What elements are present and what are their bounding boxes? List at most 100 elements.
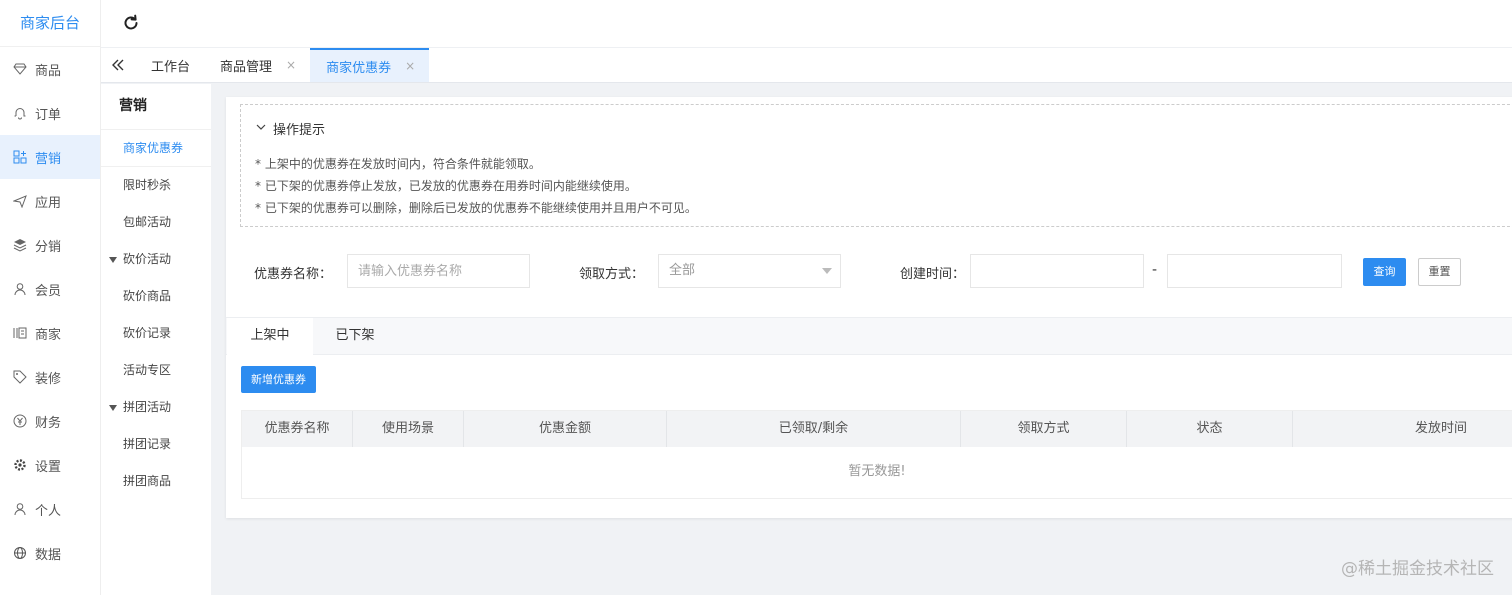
globe-icon (13, 546, 27, 560)
sub-menu-item[interactable]: 限时秒杀 (101, 167, 211, 204)
nav-item[interactable]: 营销 (0, 135, 100, 179)
tab-off-shelf[interactable]: 已下架 (313, 318, 397, 356)
nav-item-label: 商品 (35, 63, 62, 79)
column-header[interactable]: 领取方式 (961, 411, 1127, 447)
coupon-table: 优惠券名称 使用场景 优惠金额 已领取/剩余 领取方式 状态 发放时间 暂无数据… (241, 410, 1512, 499)
nav-item[interactable]: 数据 (0, 531, 100, 575)
nav-item[interactable]: 装修 (0, 355, 100, 399)
operation-tips: 操作提示 * 上架中的优惠券在发放时间内，符合条件就能领取。 * 已下架的优惠券… (240, 104, 1512, 227)
gear-icon (13, 458, 27, 472)
tips-title: 操作提示 (273, 123, 326, 138)
sub-menu-item[interactable]: 包邮活动 (101, 204, 211, 241)
send-icon (13, 194, 27, 208)
close-icon[interactable]: × (286, 58, 296, 72)
primary-sidebar: 商家后台 商品订单营销应用分销会员商家装修财务设置个人 数据 (0, 0, 101, 595)
page-tabs-bar: 工作台 商品管理 × 商家优惠券 × (101, 47, 1512, 83)
chevron-down-icon (255, 121, 267, 137)
tip-line-2: * 已下架的优惠券停止发放，已发放的优惠券在用券时间内能继续使用。 (255, 179, 637, 193)
sub-menu-item[interactable]: 商家优惠券 (101, 130, 211, 167)
nav-item-label: 应用 (35, 195, 62, 211)
nav-item-label: 财务 (35, 415, 62, 431)
page-tab-label: 商品管理 (220, 59, 273, 75)
user-icon (13, 282, 27, 296)
caret-down-icon (822, 268, 832, 274)
sub-menu-group[interactable]: 拼团活动 (101, 389, 211, 426)
sub-menu-item[interactable]: 砍价商品 (101, 278, 211, 315)
nav-item-label: 装修 (35, 371, 62, 387)
main-panel: 操作提示 * 上架中的优惠券在发放时间内，符合条件就能领取。 * 已下架的优惠券… (226, 97, 1512, 518)
nav-item[interactable]: 设置 (0, 443, 100, 487)
reset-button[interactable]: 重置 (1418, 258, 1461, 286)
tag-icon (13, 370, 27, 384)
collapse-icon[interactable] (101, 48, 135, 82)
sub-menu-item[interactable]: 活动专区 (101, 352, 211, 389)
nav-item-label: 营销 (35, 151, 62, 167)
diamond-icon (13, 62, 27, 76)
nav-list: 商品订单营销应用分销会员商家装修财务设置个人 数据 (0, 47, 100, 575)
nav-item[interactable]: 财务 (0, 399, 100, 443)
sub-menu-label: 限时秒杀 (123, 178, 172, 192)
date-range-separator: - (1152, 262, 1158, 278)
column-header[interactable]: 已领取/剩余 (667, 411, 961, 447)
nav-item-label: 商家 (35, 327, 62, 343)
page-tab[interactable]: 商品管理 × (204, 48, 310, 82)
search-button[interactable]: 查询 (1363, 258, 1406, 286)
nav-item[interactable]: 会员 (0, 267, 100, 311)
nav-item[interactable]: 订单 (0, 91, 100, 135)
tab-on-shelf[interactable]: 上架中 (227, 318, 313, 356)
sub-menu-label: 活动专区 (123, 363, 172, 377)
nav-item-label: 订单 (35, 107, 62, 123)
sub-menu-label: 砍价记录 (123, 326, 172, 340)
page-tab[interactable]: 商家优惠券 × (310, 48, 430, 82)
sub-menu-title: 营销 (101, 84, 211, 130)
coupon-name-input[interactable] (347, 254, 530, 288)
grid-icon (13, 150, 27, 164)
column-header[interactable]: 状态 (1127, 411, 1293, 447)
column-header[interactable]: 优惠金额 (464, 411, 667, 447)
tab-list: 工作台 商品管理 × 商家优惠券 × (135, 48, 430, 82)
close-icon[interactable]: × (405, 59, 415, 73)
person-icon (13, 502, 27, 516)
status-tabs: 上架中 已下架 (226, 317, 1512, 356)
sub-menu-group[interactable]: 砍价活动 (101, 241, 211, 278)
sub-menu-label: 拼团活动 (123, 400, 172, 414)
column-header[interactable]: 使用场景 (353, 411, 464, 447)
watermark: @稀土掘金技术社区 (1341, 559, 1494, 579)
refresh-icon[interactable] (121, 13, 141, 33)
table-header: 优惠券名称 使用场景 优惠金额 已领取/剩余 领取方式 状态 发放时间 (242, 411, 1512, 447)
add-coupon-button[interactable]: 新增优惠券 (241, 366, 316, 393)
receive-method-select[interactable]: 全部 (658, 254, 841, 288)
tip-line-3: * 已下架的优惠券可以删除，删除后已发放的优惠券不能继续使用并且用户不可见。 (255, 201, 697, 215)
sub-menu-item[interactable]: 拼团商品 (101, 463, 211, 500)
page-tab[interactable]: 工作台 (135, 48, 204, 82)
nav-item[interactable]: 分销 (0, 223, 100, 267)
layers-icon (13, 238, 27, 252)
caret-down-icon (109, 404, 117, 411)
column-header[interactable]: 优惠券名称 (242, 411, 353, 447)
receive-method-value: 全部 (669, 263, 696, 278)
page-tab-label: 商家优惠券 (326, 60, 392, 76)
end-date-input[interactable] (1167, 254, 1342, 288)
column-header[interactable]: 发放时间 (1293, 411, 1512, 447)
sub-menu-label: 包邮活动 (123, 215, 172, 229)
brand-title[interactable]: 商家后台 (0, 0, 100, 47)
nav-item[interactable]: 商品 (0, 47, 100, 91)
sub-menu-item[interactable]: 砍价记录 (101, 315, 211, 352)
sub-menu-label: 砍价商品 (123, 289, 172, 303)
nav-item[interactable]: 个人 (0, 487, 100, 531)
caret-down-icon (109, 256, 117, 263)
bell-icon (13, 106, 27, 120)
tips-toggle[interactable]: 操作提示 (255, 119, 325, 138)
nav-item-label: 设置 (35, 459, 62, 475)
receive-method-label: 领取方式： (579, 267, 645, 282)
nav-item-label: 会员 (35, 283, 62, 299)
nav-item[interactable]: 应用 (0, 179, 100, 223)
tip-line-1: * 上架中的优惠券在发放时间内，符合条件就能领取。 (255, 157, 541, 171)
top-header (101, 0, 1512, 47)
coupon-name-label: 优惠券名称： (254, 267, 333, 282)
shop-icon (13, 326, 27, 340)
yen-icon (13, 414, 27, 428)
start-date-input[interactable] (970, 254, 1144, 288)
sub-menu-item[interactable]: 拼团记录 (101, 426, 211, 463)
nav-item[interactable]: 商家 (0, 311, 100, 355)
